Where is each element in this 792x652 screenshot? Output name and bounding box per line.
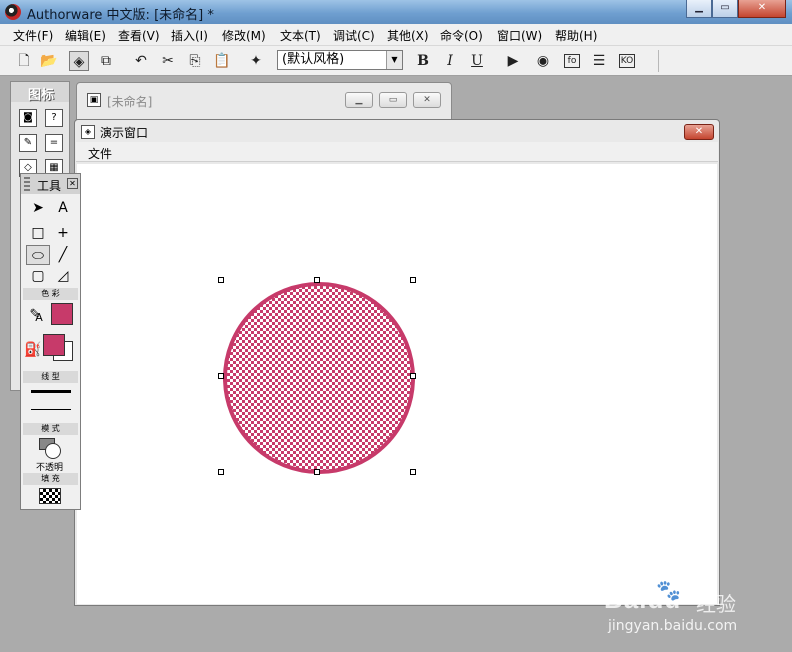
display-icon[interactable]: ◙ [19, 109, 37, 127]
flowline-maximize-button[interactable]: ▭ [379, 92, 407, 108]
open-file-icon[interactable]: 📂 [39, 51, 59, 71]
toolbar-separator [658, 50, 659, 72]
authorware-logo-icon [5, 4, 21, 20]
baidu-watermark: Baidu 🐾 经验 jingyan.baidu.com [580, 578, 756, 638]
selection-handle[interactable] [218, 277, 224, 283]
control-panel-icon[interactable]: ◉ [533, 51, 553, 71]
color-section-label: 色 彩 [23, 288, 78, 300]
menu-help[interactable]: 帮助(H) [555, 27, 597, 44]
thick-line-option[interactable] [31, 390, 71, 393]
minimize-button[interactable]: ▁ [686, 0, 712, 18]
foreground-color-swatch[interactable] [43, 334, 65, 356]
paste-icon[interactable]: 📋 [212, 51, 232, 71]
presentation-window-title: 演示窗口 [100, 126, 149, 140]
run-icon[interactable]: ▶ [503, 51, 523, 71]
flowline-window-title: [未命名] [107, 95, 153, 109]
selection-handle[interactable] [410, 469, 416, 475]
new-file-icon[interactable]: 🗋 [14, 51, 34, 71]
wait-icon[interactable]: = [45, 134, 63, 152]
import-icon[interactable]: ⧉ [96, 51, 116, 71]
linetype-section-label: 线 型 [23, 371, 78, 383]
tools-palette-header: 工具 ✕ [21, 174, 80, 194]
checker-fill-pattern[interactable] [39, 488, 61, 504]
presentation-window: ◈ 演示窗口 ✕ 文件 [74, 119, 720, 606]
ellipse-tool-icon[interactable]: ⬭ [26, 245, 50, 265]
fill-section-label: 填 充 [23, 473, 78, 485]
polygon-tool-icon[interactable]: ◿ [51, 266, 75, 286]
menu-command[interactable]: 命令(O) [440, 27, 483, 44]
save-all-icon[interactable]: ◈ [69, 51, 89, 71]
mode-preview-circle [45, 443, 61, 459]
watermark-brand-cn: 经验 [696, 592, 736, 616]
fill-bucket-icon[interactable]: ⛽ [21, 340, 45, 360]
text-style-select[interactable]: (默认风格) ▼ [277, 50, 403, 70]
selection-handle[interactable] [410, 277, 416, 283]
left-desktop-strip [0, 77, 8, 652]
selection-handle[interactable] [218, 469, 224, 475]
cut-icon[interactable]: ✂ [158, 51, 178, 71]
menu-debug[interactable]: 调试(C) [333, 27, 375, 44]
menu-insert[interactable]: 插入(I) [171, 27, 208, 44]
menu-edit[interactable]: 编辑(E) [65, 27, 106, 44]
rectangle-tool-icon[interactable]: □ [26, 223, 50, 243]
selection-handle[interactable] [410, 373, 416, 379]
presentation-menu-bar: 文件 [76, 142, 718, 162]
close-button[interactable]: ✕ [738, 0, 786, 18]
text-style-value: (默认风格) [282, 52, 345, 67]
line-color-swatch[interactable] [51, 303, 73, 325]
selection-handle[interactable] [314, 277, 320, 283]
variables-icon[interactable]: ☰ [589, 51, 609, 71]
bold-button[interactable]: B [413, 51, 433, 71]
find-icon[interactable]: ✦ [246, 51, 266, 71]
menu-view[interactable]: 查看(V) [118, 27, 160, 44]
menu-modify[interactable]: 修改(M) [222, 27, 266, 44]
text-color-label: A [35, 311, 43, 324]
icon-palette-title: 图标 [28, 88, 55, 103]
text-tool[interactable]: A [51, 198, 75, 218]
functions-button[interactable]: fo [564, 54, 580, 68]
selection-handle[interactable] [218, 373, 224, 379]
app-title: Authorware 中文版: [未命名] * [27, 8, 214, 23]
presentation-window-icon: ◈ [81, 125, 95, 139]
diagonal-line-tool-icon[interactable]: ╱ [51, 245, 75, 265]
menu-window[interactable]: 窗口(W) [497, 27, 542, 44]
italic-button[interactable]: I [440, 51, 460, 71]
mode-section-label: 模 式 [23, 423, 78, 435]
rounded-rectangle-tool-icon[interactable]: ▢ [26, 266, 50, 286]
menu-bar: 文件(F) 编辑(E) 查看(V) 插入(I) 修改(M) 文本(T) 调试(C… [0, 24, 792, 46]
flowline-close-button[interactable]: ✕ [413, 92, 441, 108]
palette-grip[interactable] [24, 177, 30, 191]
tools-palette-title: 工具 [37, 179, 62, 193]
thin-line-option[interactable] [31, 409, 71, 410]
presentation-close-button[interactable]: ✕ [684, 124, 714, 140]
icon-palette-header: 图标 [11, 82, 69, 103]
flowline-window-icon: ▣ [87, 93, 101, 107]
menu-file[interactable]: 文件(F) [13, 27, 53, 44]
menu-text[interactable]: 文本(T) [280, 27, 321, 44]
pointer-tool-icon[interactable]: ➤ [26, 198, 50, 218]
maximize-button[interactable]: ▭ [712, 0, 738, 18]
undo-icon[interactable]: ↶ [131, 51, 151, 71]
decision-icon[interactable]: ? [45, 109, 63, 127]
menu-other[interactable]: 其他(X) [387, 27, 429, 44]
flowline-minimize-button[interactable]: ▁ [345, 92, 373, 108]
paw-icon: 🐾 [656, 578, 681, 602]
erase-icon[interactable]: ✎ [19, 134, 37, 152]
mode-value[interactable]: 不透明 [36, 460, 63, 473]
straight-line-tool-icon[interactable]: + [51, 223, 75, 243]
app-titlebar: Authorware 中文版: [未命名] * ▁ ▭ ✕ [0, 0, 792, 24]
knowledge-objects-button[interactable]: KO [619, 54, 635, 68]
presentation-stage[interactable] [77, 164, 717, 604]
chevron-down-icon[interactable]: ▼ [386, 51, 402, 69]
watermark-url: jingyan.baidu.com [608, 618, 738, 634]
copy-icon[interactable]: ⎘ [185, 51, 205, 71]
tools-close-icon[interactable]: ✕ [67, 178, 78, 189]
presentation-menu-file[interactable]: 文件 [88, 145, 112, 162]
underline-button[interactable]: U [467, 51, 487, 71]
checkered-circle-shape[interactable] [223, 282, 415, 474]
tools-palette: 工具 ✕ ➤ A □ + ⬭ ╱ ▢ ◿ 色 彩 ✎ A ⛽ 线 型 模 式 不… [20, 173, 81, 510]
selection-handle[interactable] [314, 469, 320, 475]
